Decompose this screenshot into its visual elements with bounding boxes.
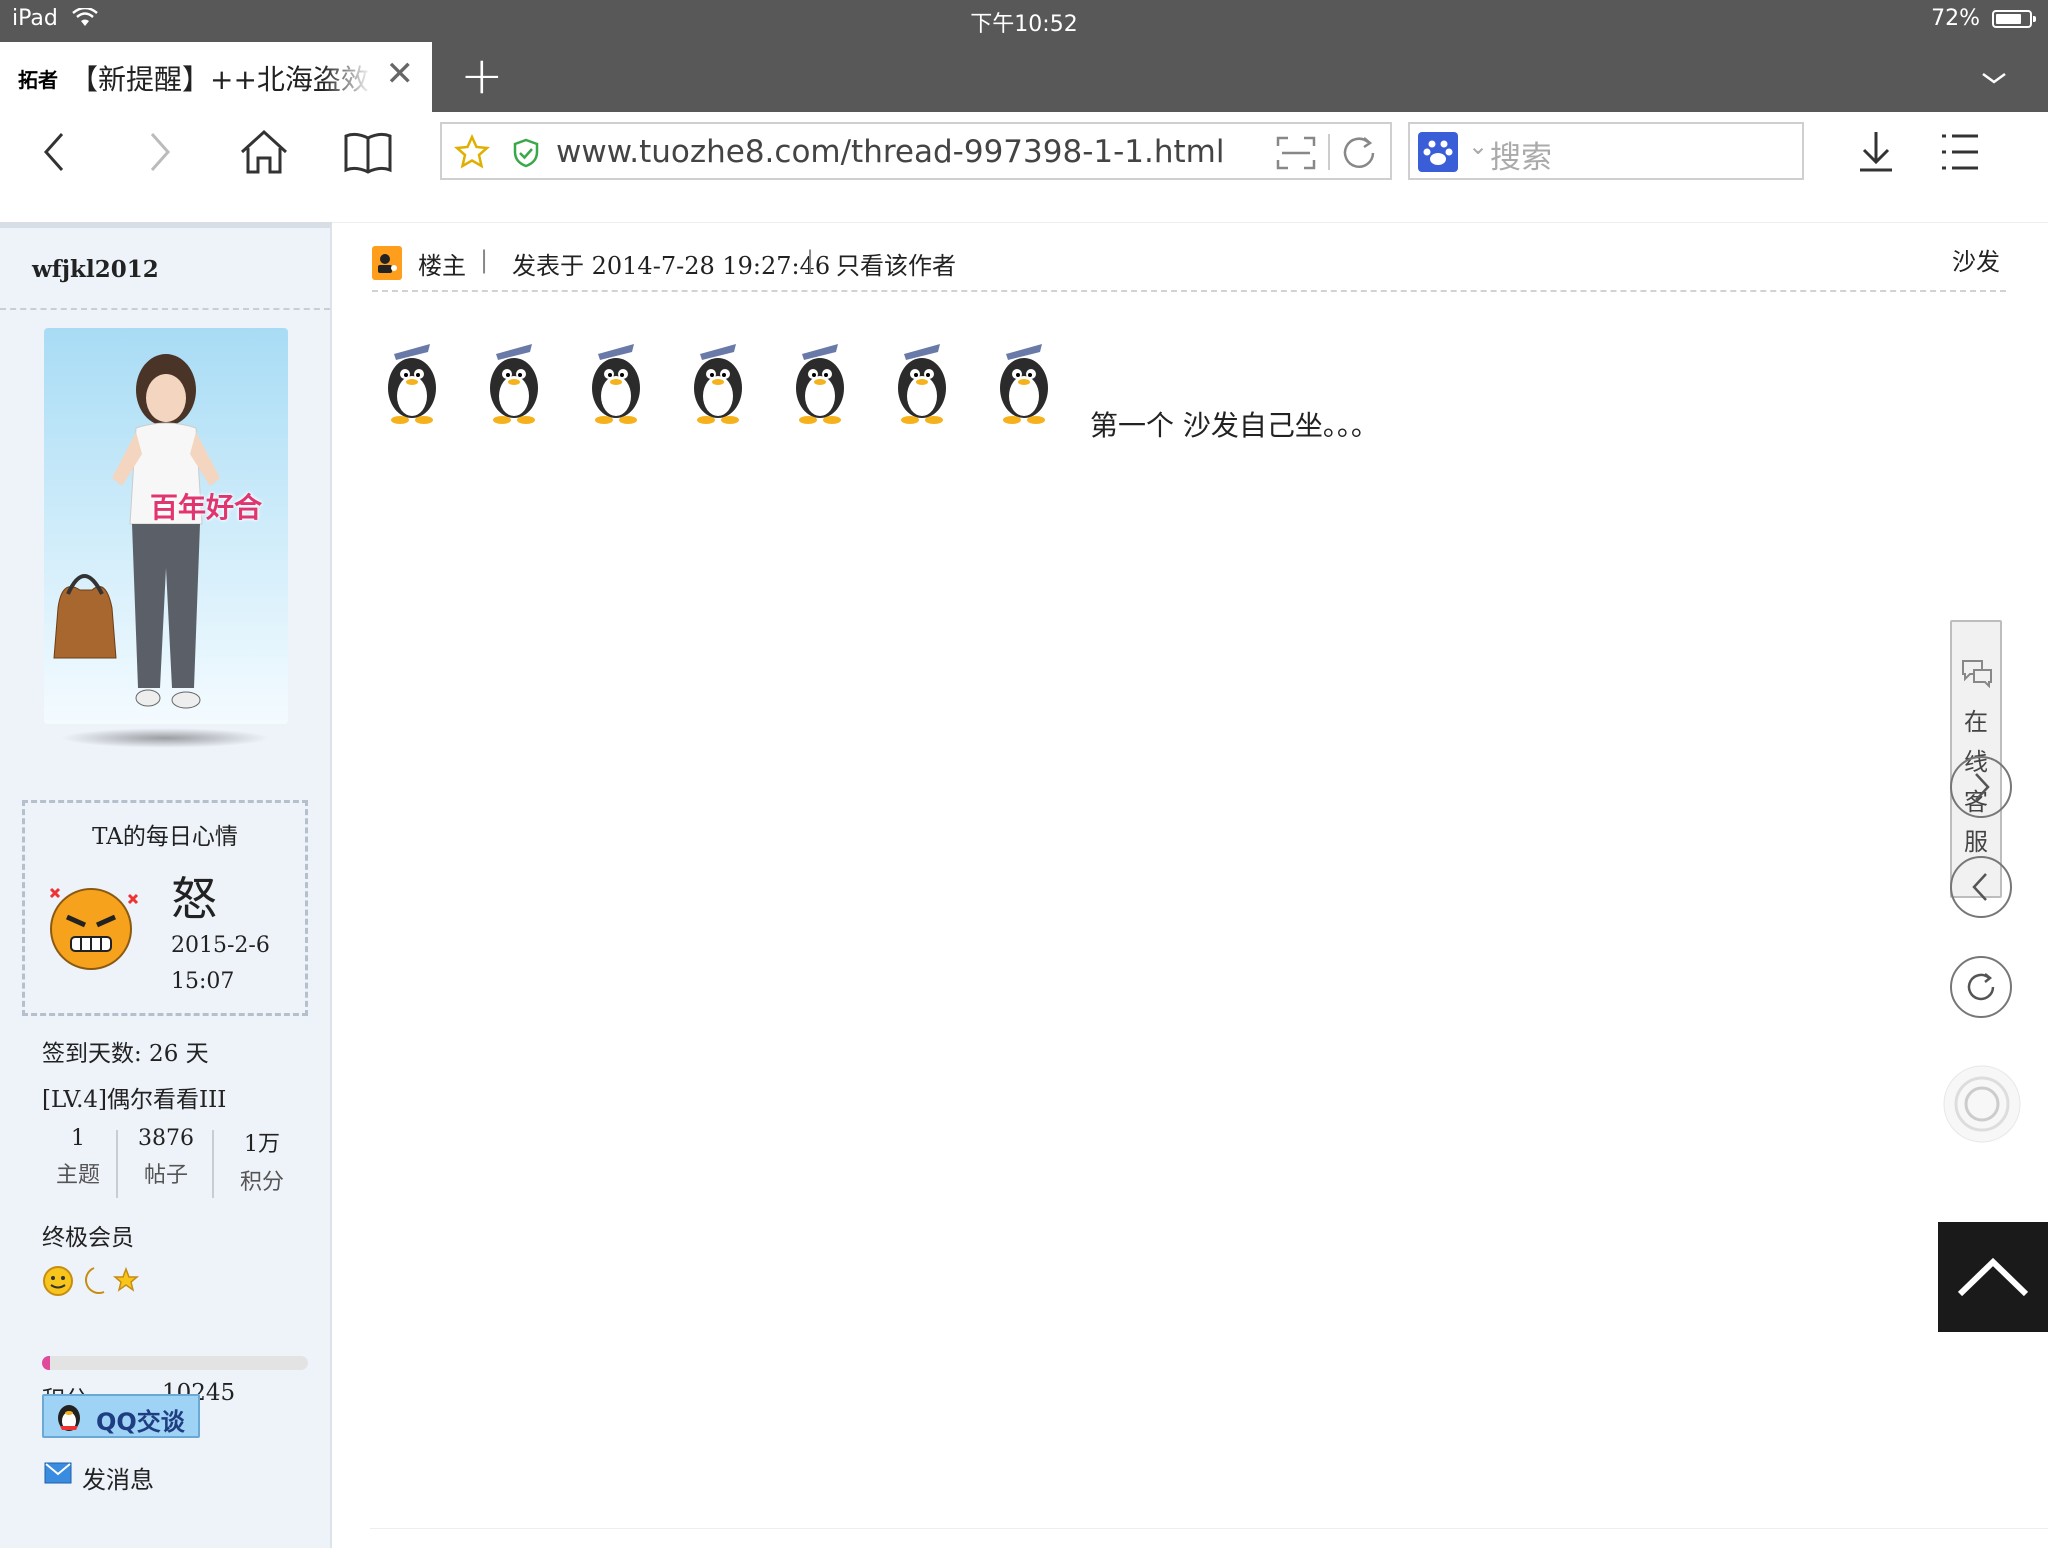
mood-word: 怒 [171, 872, 217, 926]
download-icon[interactable] [1854, 124, 1898, 180]
back-icon[interactable] [36, 124, 72, 180]
thread-starter-icon [372, 246, 402, 280]
user-stats: 1 主题 3876 帖子 1万 积分 [34, 1126, 298, 1198]
penguin-emoticon-icon [576, 340, 656, 424]
user-level[interactable]: [LV.4]偶尔看看III [42, 1080, 226, 1114]
moon-icon [85, 1267, 105, 1294]
battery-icon [1992, 10, 2036, 28]
url-divider [1328, 134, 1330, 170]
refresh-icon [1967, 973, 1995, 1001]
engine-dropdown-icon[interactable]: ⌄ [1468, 132, 1488, 160]
tab-bar: 拓者 【新提醒】++北海盗效果 ✕ + [0, 42, 2048, 112]
header-divider: | [806, 246, 815, 274]
previous-page-button[interactable] [1950, 856, 2012, 918]
post-header: 楼主 | 发表于 2014-7-28 19:27:46 | 只看该作者 沙发 [372, 240, 2006, 292]
browser-toolbar: www.tuozhe8.com/thread-997398-1-1.html ⌄… [0, 112, 2048, 194]
refresh-button[interactable] [1950, 956, 2012, 1018]
mood-box: TA的每日心情 怒 2015-2-6 15:07 [22, 800, 308, 1016]
menu-icon[interactable] [1938, 124, 1982, 180]
baidu-paw-icon[interactable] [1418, 132, 1458, 172]
scan-icon[interactable] [1276, 136, 1316, 170]
tab-favicon: 拓者 [18, 68, 58, 92]
star-rank-icon [112, 1266, 140, 1292]
qq-chat-button[interactable]: QQ交谈 [42, 1394, 200, 1438]
level-progress-fill [42, 1356, 50, 1370]
status-bar: iPad 下午10:52 72% [0, 0, 2048, 42]
thread-starter-label: 楼主 [418, 252, 466, 280]
stat-posts-label: 帖子 [143, 1163, 188, 1188]
clock: 下午10:52 [970, 12, 1078, 37]
checkin-days: 签到天数: 26 天 [42, 1041, 209, 1067]
stat-threads-num: 1 [71, 1126, 85, 1151]
reload-icon[interactable] [1340, 134, 1380, 172]
home-icon[interactable] [236, 124, 292, 180]
level-progress-bar [42, 1356, 308, 1370]
envelope-icon [44, 1462, 72, 1484]
avatar-caption: 百年好合 [150, 491, 263, 524]
stat-threads-label: 主题 [55, 1163, 100, 1188]
only-author-link[interactable]: 只看该作者 [836, 246, 956, 281]
mood-date: 2015-2-6 [171, 933, 270, 958]
author-username[interactable]: wfjkl2012 [32, 256, 159, 283]
assistive-touch-button[interactable] [1942, 1064, 2022, 1148]
mood-time: 15:07 [171, 969, 235, 994]
post-date: 发表于 2014-7-28 19:27:46 [512, 252, 831, 280]
member-group[interactable]: 终极会员 [42, 1218, 134, 1252]
forward-icon[interactable] [142, 124, 178, 180]
chevron-right-icon [1975, 773, 1990, 801]
tab-active[interactable]: 拓者 【新提醒】++北海盗效果 ✕ [0, 42, 432, 112]
chevron-down-icon[interactable] [1980, 58, 2008, 98]
sun-icon [43, 1266, 73, 1296]
stat-points-label: 积分 [239, 1170, 284, 1195]
chevron-up-icon [1957, 1257, 2029, 1297]
stat-posts[interactable]: 3876 帖子 [122, 1126, 210, 1189]
bookmarks-icon[interactable] [342, 124, 394, 180]
avatar-figure-image [53, 354, 220, 709]
penguin-emoticon-icon [780, 340, 860, 424]
assistive-touch-icon [1943, 1065, 2021, 1143]
chevron-left-icon [1972, 873, 1987, 901]
previous-post-strip [0, 192, 2048, 223]
penguin-emoticon-icon [882, 340, 962, 424]
send-message-label: 发消息 [82, 1466, 154, 1494]
stat-threads[interactable]: 1 主题 [34, 1126, 122, 1189]
qq-chat-label: QQ交谈 [96, 1408, 185, 1436]
close-tab-icon[interactable]: ✕ [386, 54, 415, 94]
penguin-emoticon-icon [678, 340, 758, 424]
stat-posts-num: 3876 [138, 1126, 194, 1151]
search-bar[interactable]: ⌄ 搜索 [1408, 122, 1804, 180]
send-message-link[interactable]: 发消息 [44, 1462, 154, 1494]
search-input[interactable]: 搜索 [1490, 132, 1552, 177]
battery-percent: 72% [1931, 6, 1980, 31]
page-content: wfjkl2012 百年好合 TA的每日心情 怒 2015-2-6 15:07 … [0, 192, 2048, 1548]
avatar-shadow [60, 728, 270, 748]
stat-divider [116, 1130, 118, 1198]
chat-bubble-icon [1962, 660, 1992, 688]
post-floor-label[interactable]: 沙发 [1952, 242, 2000, 277]
angry-face-icon [49, 887, 139, 970]
new-tab-icon[interactable]: + [460, 46, 504, 106]
tab-title-fade [322, 42, 372, 112]
stat-points[interactable]: 1万 积分 [218, 1126, 306, 1196]
penguin-emoticon-icon [984, 340, 1064, 424]
author-sidebar: wfjkl2012 百年好合 TA的每日心情 怒 2015-2-6 15:07 … [0, 222, 332, 1548]
stat-divider [212, 1130, 214, 1198]
mood-caption: TA的每日心情 [92, 824, 238, 850]
secure-shield-icon [513, 138, 539, 168]
penguin-emoticon-icon [372, 340, 452, 424]
avatar[interactable]: 百年好合 [44, 328, 288, 724]
url-text[interactable]: www.tuozhe8.com/thread-997398-1-1.html [556, 134, 1224, 170]
next-page-button[interactable] [1950, 756, 2012, 818]
post-text: 第一个 沙发自己坐。。。 [1090, 409, 1379, 442]
stat-points-num: 1万 [244, 1132, 280, 1157]
qq-penguin-icon [58, 1405, 80, 1431]
sidebar-divider [0, 308, 330, 310]
back-to-top-button[interactable] [1938, 1222, 2048, 1332]
header-divider: | [480, 246, 489, 274]
address-bar[interactable]: www.tuozhe8.com/thread-997398-1-1.html [440, 122, 1392, 180]
star-icon[interactable] [454, 134, 490, 170]
penguin-emoticon-icon [474, 340, 554, 424]
rank-icons [42, 1264, 142, 1302]
